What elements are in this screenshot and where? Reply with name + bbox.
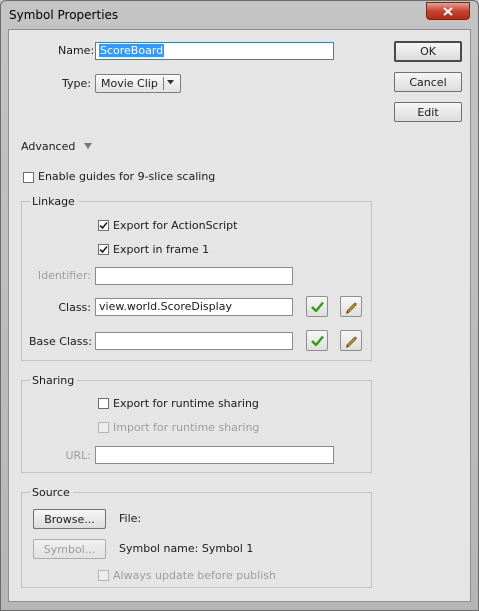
ok-button[interactable]: OK	[394, 41, 462, 62]
validate-class-button[interactable]	[306, 296, 328, 317]
class-label: Class:	[58, 301, 91, 314]
identifier-label: Identifier:	[37, 269, 91, 282]
export-frame1-checkbox[interactable]	[98, 244, 109, 255]
validate-base-class-button[interactable]	[306, 330, 328, 351]
select-divider	[163, 77, 164, 90]
pencil-icon	[346, 302, 357, 314]
sharing-title: Sharing	[30, 374, 78, 387]
checkmark-icon	[99, 245, 108, 254]
symbol-name-text: Symbol name: Symbol 1	[119, 542, 254, 555]
dialog-body: Name: ScoreBoard Type: Movie Clip OK Can…	[8, 29, 471, 602]
type-value: Movie Clip	[101, 77, 158, 90]
name-label: Name:	[58, 44, 95, 57]
close-button[interactable]	[426, 2, 470, 20]
export-actionscript-label: Export for ActionScript	[113, 219, 238, 232]
advanced-toggle[interactable]: Advanced	[21, 140, 92, 153]
import-runtime-label: Import for runtime sharing	[113, 421, 260, 434]
base-class-input[interactable]	[95, 332, 293, 350]
cancel-button[interactable]: Cancel	[394, 72, 462, 92]
chevron-down-icon	[167, 80, 174, 85]
base-class-label: Base Class:	[29, 335, 92, 348]
export-runtime-label: Export for runtime sharing	[113, 397, 259, 410]
pencil-icon	[346, 336, 357, 348]
symbol-button[interactable]: Symbol...	[33, 539, 106, 559]
file-label: File:	[119, 512, 142, 525]
always-update-checkbox[interactable]	[98, 570, 109, 581]
class-input[interactable]: view.world.ScoreDisplay	[95, 298, 293, 316]
export-frame1-label: Export in frame 1	[113, 243, 210, 256]
nine-slice-checkbox[interactable]	[23, 172, 34, 183]
type-label: Type:	[62, 77, 91, 90]
url-label: URL:	[65, 449, 91, 462]
checkmark-icon	[99, 221, 108, 230]
import-runtime-checkbox[interactable]	[98, 422, 109, 433]
export-runtime-checkbox[interactable]	[98, 398, 109, 409]
nine-slice-label: Enable guides for 9-slice scaling	[38, 170, 216, 183]
name-input[interactable]: ScoreBoard	[95, 42, 334, 60]
window-title: Symbol Properties	[9, 8, 119, 22]
source-title: Source	[30, 486, 73, 499]
always-update-label: Always update before publish	[113, 569, 276, 582]
title-bar[interactable]: Symbol Properties	[1, 1, 478, 29]
linkage-title: Linkage	[30, 195, 78, 208]
edit-class-button[interactable]	[340, 296, 362, 317]
type-select[interactable]: Movie Clip	[95, 74, 181, 93]
green-check-icon	[310, 301, 324, 312]
triangle-down-icon	[83, 143, 92, 149]
name-value: ScoreBoard	[99, 44, 165, 57]
green-check-icon	[310, 335, 324, 346]
symbol-properties-dialog: Symbol Properties Name: ScoreBoard Type:…	[0, 0, 479, 611]
close-icon	[443, 6, 453, 16]
identifier-input[interactable]	[95, 267, 293, 285]
export-actionscript-checkbox[interactable]	[98, 220, 109, 231]
edit-base-class-button[interactable]	[340, 330, 362, 351]
url-input[interactable]	[95, 446, 334, 464]
advanced-label: Advanced	[21, 140, 76, 153]
browse-button[interactable]: Browse...	[33, 509, 106, 529]
edit-button[interactable]: Edit	[394, 102, 462, 122]
